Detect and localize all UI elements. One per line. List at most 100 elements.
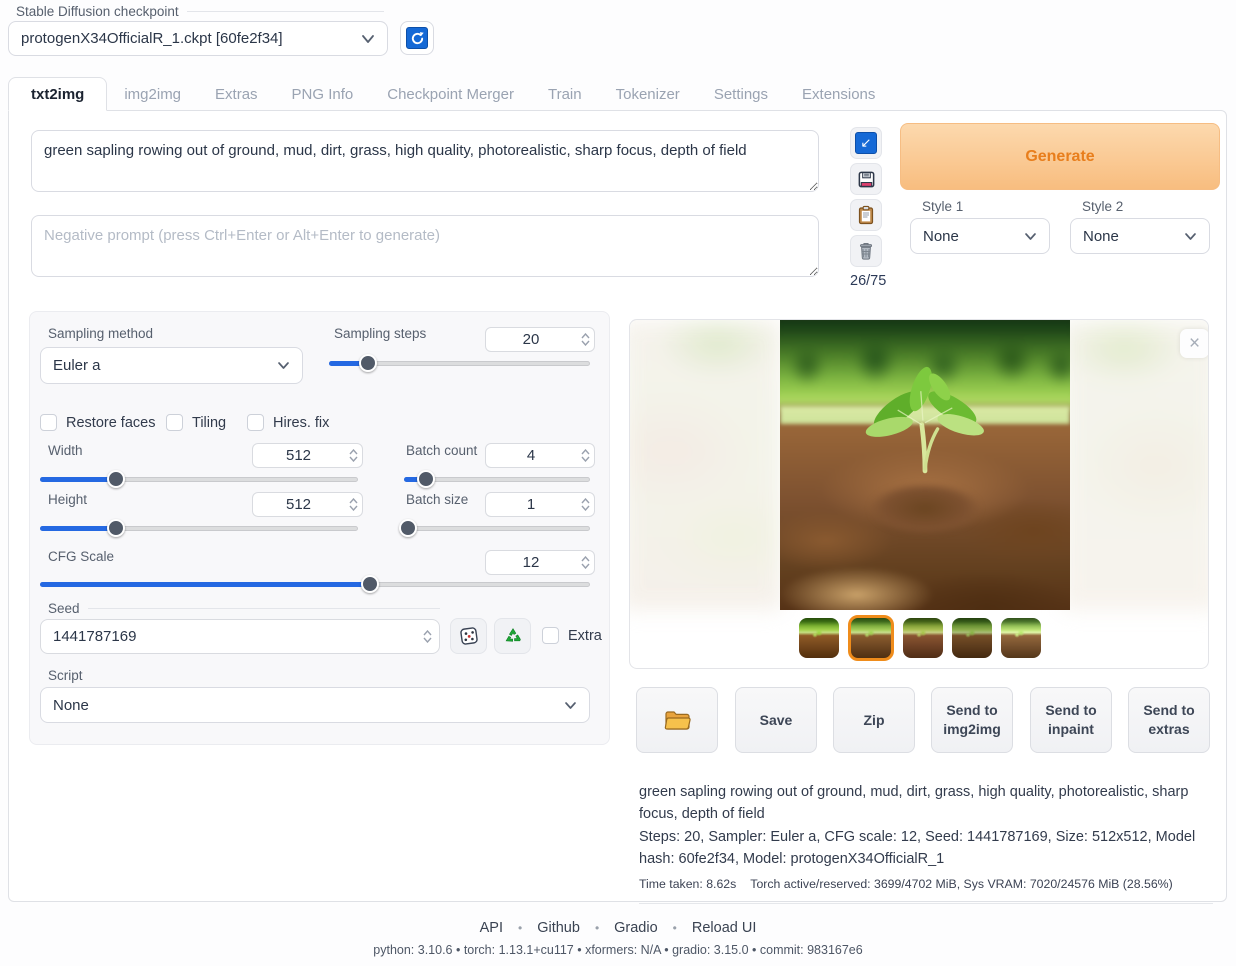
recycle-icon: [503, 626, 523, 646]
seed-label: Seed: [48, 601, 440, 616]
result-gallery: ×: [629, 319, 1209, 669]
style2-dropdown[interactable]: None: [1070, 218, 1210, 254]
github-link[interactable]: Github: [537, 920, 580, 936]
width-input[interactable]: [253, 447, 344, 464]
token-counter: 26/75: [850, 273, 882, 289]
refresh-icon: [406, 27, 428, 49]
sampling-steps-label: Sampling steps: [334, 326, 426, 341]
apply-style-button[interactable]: [850, 199, 882, 231]
sampling-method-value: Euler a: [53, 357, 101, 374]
tiling-checkbox[interactable]: [166, 414, 183, 431]
sampling-steps-field: [485, 327, 595, 352]
extra-seed-option: Extra: [542, 627, 602, 644]
stepper-icon[interactable]: [576, 444, 594, 467]
tab-train[interactable]: Train: [531, 77, 599, 111]
cfg-scale-field: [485, 550, 595, 575]
version-info: python: 3.10.6 • torch: 1.13.1+cu117 • x…: [0, 943, 1236, 957]
stepper-icon[interactable]: [576, 551, 594, 574]
open-folder-button[interactable]: [636, 687, 718, 753]
floppy-disk-icon: [857, 170, 876, 189]
bullet-separator: •: [595, 921, 599, 935]
close-icon[interactable]: ×: [1180, 329, 1209, 358]
tab-checkpoint-merger[interactable]: Checkpoint Merger: [370, 77, 531, 111]
style2-label: Style 2: [1082, 199, 1123, 214]
cfg-scale-input[interactable]: [486, 554, 576, 571]
save-button[interactable]: Save: [735, 687, 817, 753]
thumbnail-4[interactable]: [952, 618, 992, 658]
batch-size-input[interactable]: [486, 496, 576, 513]
width-slider[interactable]: [40, 470, 358, 488]
style1-dropdown[interactable]: None: [910, 218, 1050, 254]
height-slider[interactable]: [40, 519, 358, 537]
refresh-checkpoint-button[interactable]: [400, 21, 434, 55]
seed-input[interactable]: [41, 628, 415, 645]
clear-prompt-button[interactable]: [850, 235, 882, 267]
tab-extras[interactable]: Extras: [198, 77, 275, 111]
main-tabs: txt2img img2img Extras PNG Info Checkpoi…: [8, 77, 892, 111]
extra-label: Extra: [568, 628, 602, 644]
sampling-method-dropdown[interactable]: Euler a: [40, 347, 303, 384]
checkpoint-label: Stable Diffusion checkpoint: [16, 4, 384, 19]
trash-icon: [857, 241, 875, 261]
restore-faces-checkbox[interactable]: [40, 414, 57, 431]
reload-ui-link[interactable]: Reload UI: [692, 920, 756, 936]
batch-size-slider[interactable]: [404, 519, 590, 537]
tab-extensions[interactable]: Extensions: [785, 77, 892, 111]
script-dropdown[interactable]: None: [40, 687, 590, 723]
stepper-icon[interactable]: [344, 444, 362, 467]
batch-count-label: Batch count: [406, 443, 477, 458]
generation-info-params: Steps: 20, Sampler: Euler a, CFG scale: …: [639, 826, 1213, 871]
tab-png-info[interactable]: PNG Info: [275, 77, 371, 111]
negative-prompt-input[interactable]: [31, 215, 819, 277]
tab-tokenizer[interactable]: Tokenizer: [599, 77, 697, 111]
tiling-option: Tiling: [166, 414, 226, 431]
tab-settings[interactable]: Settings: [697, 77, 785, 111]
generation-info: green sapling rowing out of ground, mud,…: [639, 781, 1213, 904]
sampling-steps-slider[interactable]: [329, 354, 590, 372]
clipboard-icon: [857, 205, 875, 225]
random-seed-button[interactable]: [450, 618, 487, 654]
thumbnail-3[interactable]: [903, 618, 943, 658]
stepper-icon[interactable]: [415, 620, 439, 653]
tab-img2img[interactable]: img2img: [107, 77, 198, 111]
cfg-scale-label: CFG Scale: [48, 549, 114, 564]
thumbnail-5[interactable]: [1001, 618, 1041, 658]
zip-button[interactable]: Zip: [833, 687, 915, 753]
prompt-input[interactable]: green sapling rowing out of ground, mud,…: [31, 130, 819, 192]
hires-fix-checkbox[interactable]: [247, 414, 264, 431]
send-to-img2img-button[interactable]: Send to img2img: [931, 687, 1013, 753]
reuse-seed-button[interactable]: [494, 618, 531, 654]
style1-label: Style 1: [922, 199, 963, 214]
thumbnail-2-selected[interactable]: [848, 615, 894, 661]
save-style-button[interactable]: [850, 163, 882, 195]
bullet-separator: •: [518, 921, 522, 935]
chevron-down-icon: [277, 361, 290, 370]
footer-links: API • Github • Gradio • Reload UI: [0, 920, 1236, 936]
api-link[interactable]: API: [480, 920, 503, 936]
tab-txt2img[interactable]: txt2img: [8, 77, 107, 111]
generation-info-prompt: green sapling rowing out of ground, mud,…: [639, 781, 1213, 826]
stepper-icon[interactable]: [344, 493, 362, 516]
tiling-label: Tiling: [192, 415, 226, 431]
send-to-extras-button[interactable]: Send to extras: [1128, 687, 1210, 753]
height-input[interactable]: [253, 496, 344, 513]
paste-params-button[interactable]: ↙: [850, 127, 882, 159]
send-to-inpaint-button[interactable]: Send to inpaint: [1030, 687, 1112, 753]
extra-checkbox[interactable]: [542, 627, 559, 644]
batch-count-field: [485, 443, 595, 468]
stepper-icon[interactable]: [576, 493, 594, 516]
restore-faces-label: Restore faces: [66, 415, 155, 431]
bullet-separator: •: [673, 921, 677, 935]
stepper-icon[interactable]: [576, 328, 594, 351]
generated-image-preview[interactable]: [780, 320, 1070, 610]
gradio-link[interactable]: Gradio: [614, 920, 658, 936]
checkpoint-dropdown[interactable]: protogenX34OfficialR_1.ckpt [60fe2f34]: [8, 21, 388, 56]
batch-count-slider[interactable]: [404, 470, 590, 488]
generate-button[interactable]: Generate: [900, 123, 1220, 190]
batch-count-input[interactable]: [486, 447, 576, 464]
sampling-steps-input[interactable]: [486, 331, 576, 348]
generation-info-performance: Time taken: 8.62s Torch active/reserved:…: [639, 875, 1213, 904]
dice-icon: [459, 626, 479, 646]
thumbnail-1[interactable]: [799, 618, 839, 658]
cfg-scale-slider[interactable]: [40, 575, 590, 593]
